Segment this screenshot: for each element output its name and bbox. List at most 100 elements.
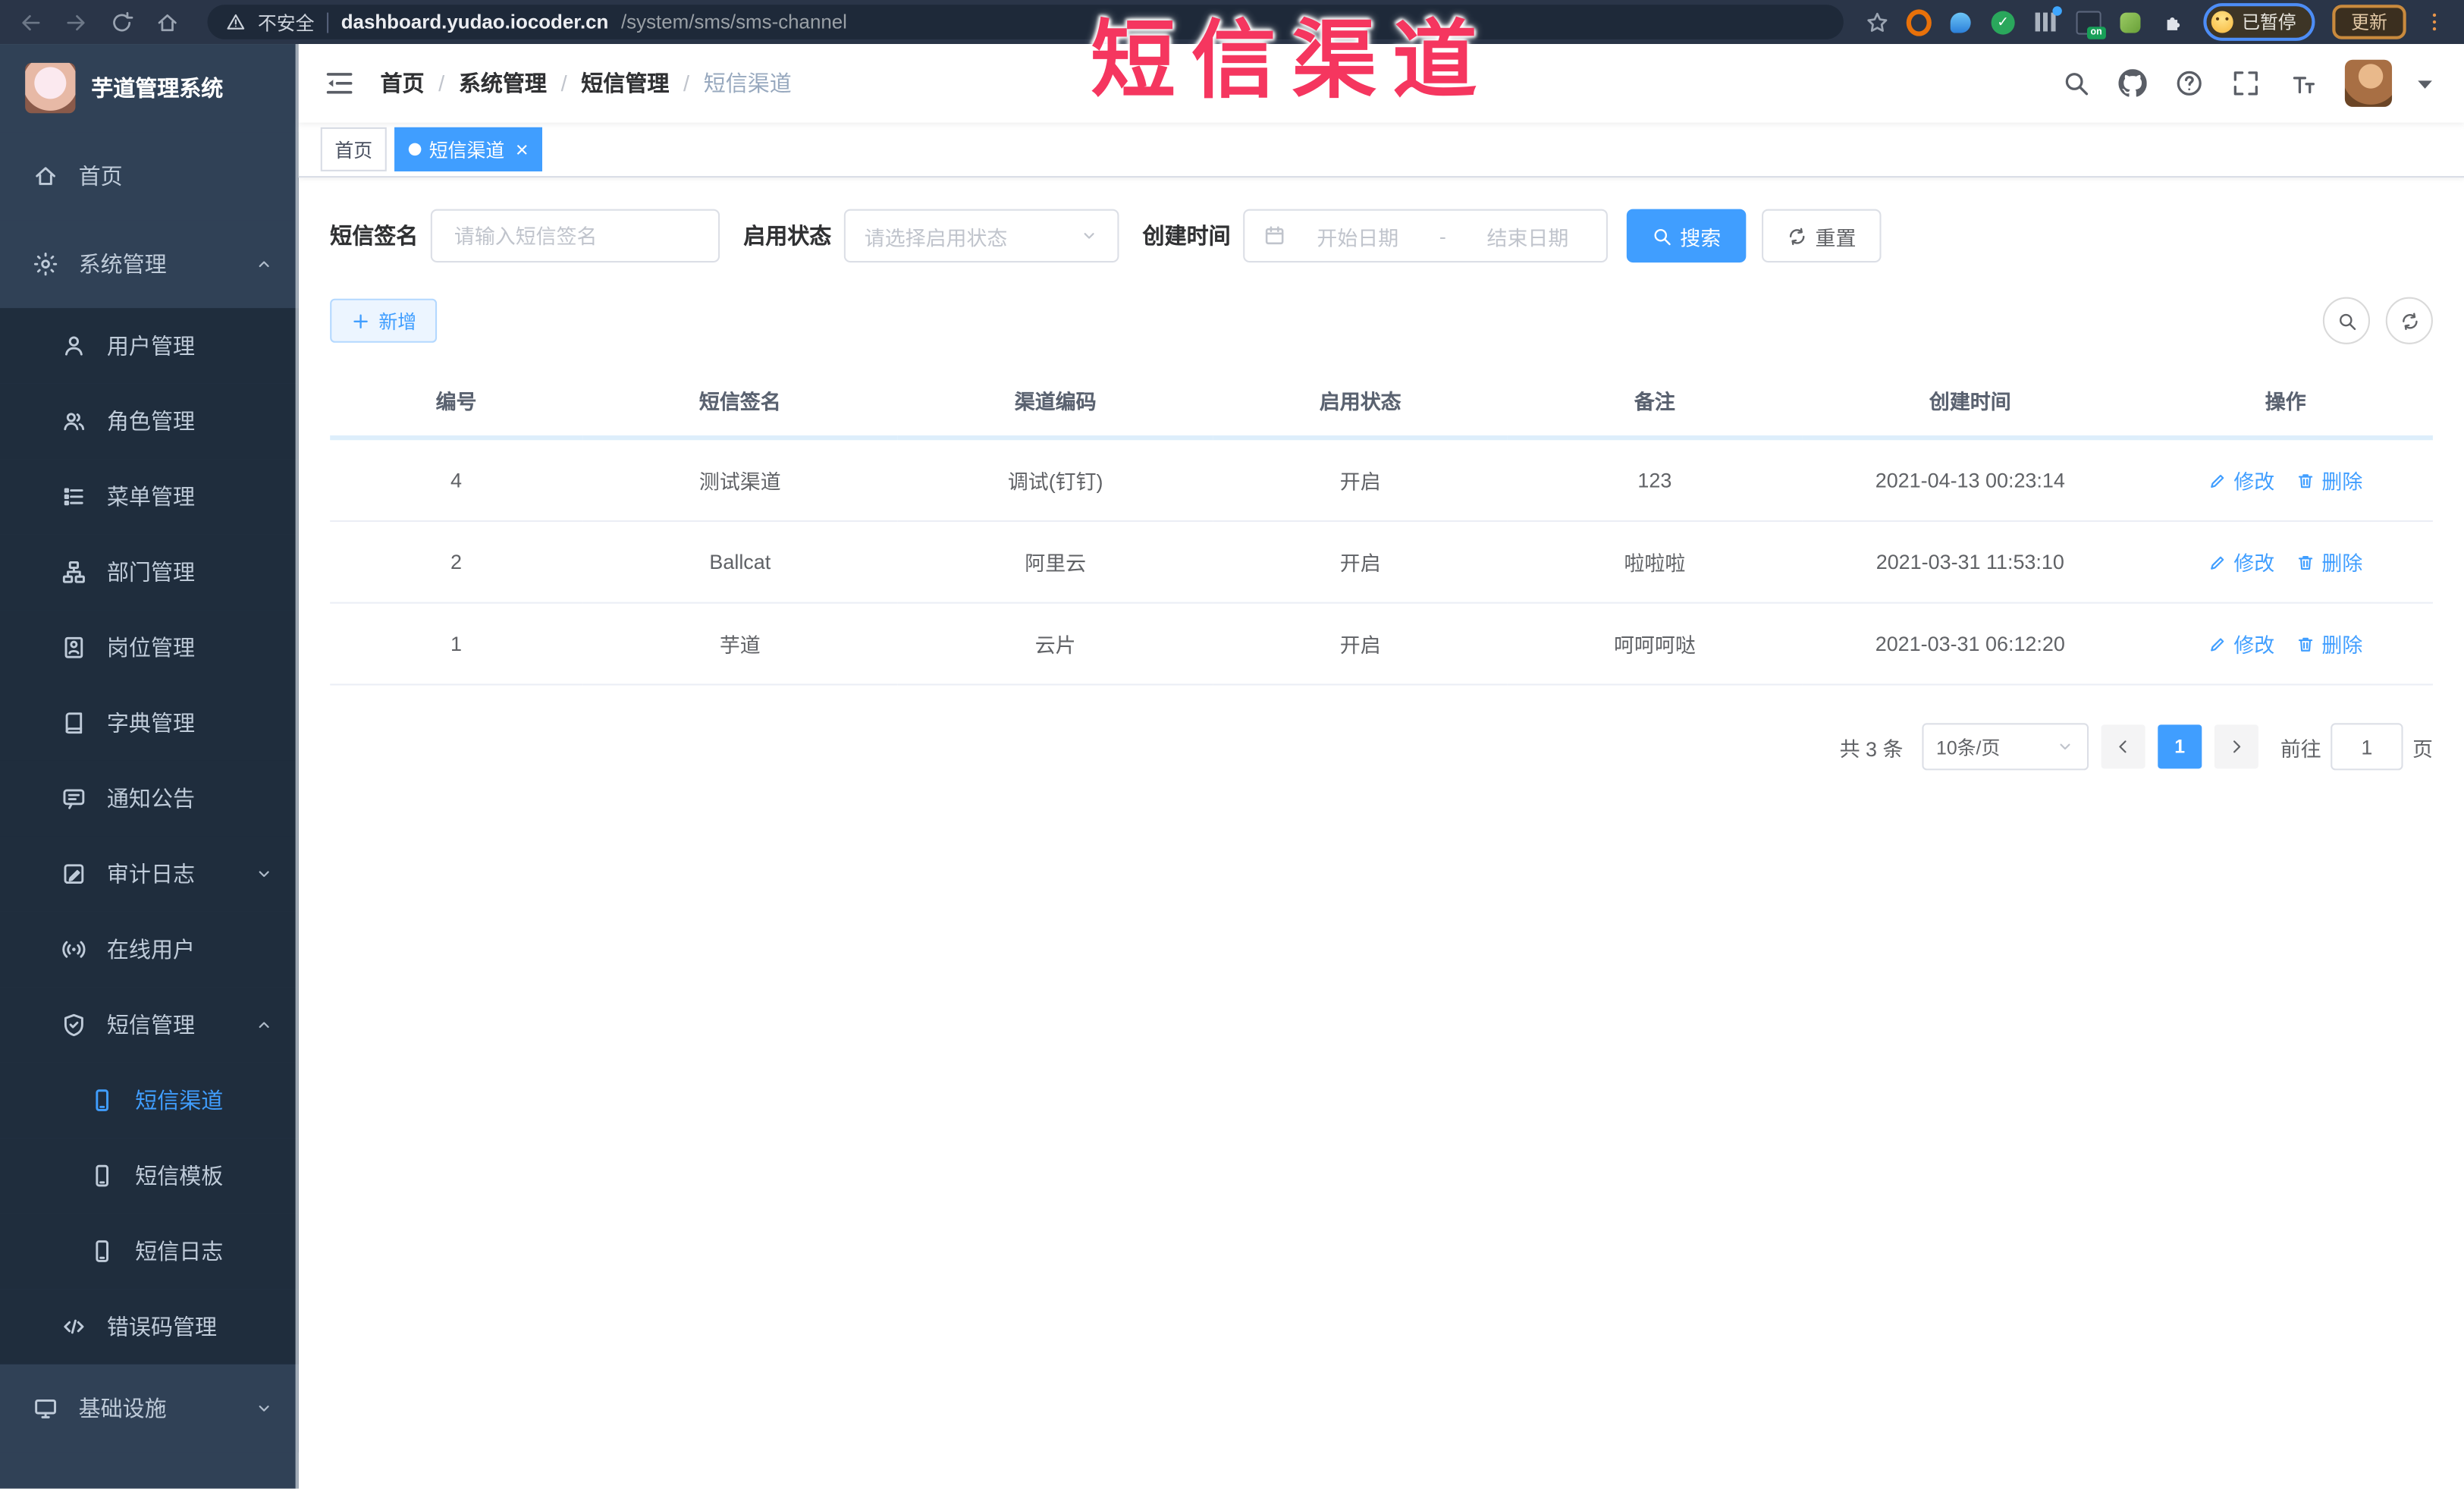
sidebar-item-user-mgmt[interactable]: 用户管理 [0, 308, 299, 384]
breadcrumb-separator: / [560, 71, 567, 96]
font-size-icon[interactable] [2288, 69, 2316, 97]
sidebar-item-label: 短信模板 [135, 1163, 224, 1189]
sidebar-item-label: 角色管理 [106, 408, 195, 434]
sidebar-scrollbar[interactable] [295, 44, 299, 1489]
sidebar-logo-row[interactable]: 芋道管理系统 [0, 44, 299, 132]
cell-sign: 芋道 [582, 602, 898, 686]
browser-menu-icon[interactable] [2423, 11, 2445, 33]
toggle-search-button[interactable] [2322, 297, 2371, 344]
reset-button[interactable]: 重置 [1762, 209, 1882, 263]
search-form: 短信签名 启用状态 请选择启用状态 创建时间 [330, 209, 2433, 263]
breadcrumb-separator: / [438, 71, 445, 96]
add-button[interactable]: 新增 [330, 298, 438, 343]
delete-icon [2296, 471, 2315, 490]
sidebar-item-audit-log[interactable]: 审计日志 [0, 836, 299, 912]
sidebar-item-dept-mgmt[interactable]: 部门管理 [0, 534, 299, 611]
sidebar-item-system[interactable]: 系统管理 [0, 220, 299, 309]
dictionary-icon [60, 711, 88, 736]
sidebar-fold-icon[interactable] [324, 68, 355, 99]
column-header: 备注 [1507, 366, 1802, 441]
close-icon[interactable]: × [513, 138, 529, 160]
sidebar-item-post-mgmt[interactable]: 岗位管理 [0, 610, 299, 686]
avatar-caret-icon[interactable] [2411, 69, 2439, 97]
toolbar-right [2322, 297, 2433, 344]
cell-actions: 修改 删除 [2138, 438, 2433, 523]
goto-page-input[interactable] [2331, 723, 2403, 771]
goto-label: 前往 [2280, 736, 2321, 760]
pagination-total: 共 3 条 [1839, 736, 1904, 760]
extension-icon[interactable] [1905, 8, 1931, 36]
page-size-select[interactable]: 10条/页 [1922, 723, 2089, 771]
fullscreen-icon[interactable] [2232, 69, 2260, 97]
bookmark-star-icon[interactable] [1865, 10, 1888, 33]
time-label: 创建时间 [1142, 223, 1231, 249]
sidebar-item-label: 字典管理 [106, 710, 195, 736]
reload-icon[interactable] [110, 10, 133, 33]
app-frame: 芋道管理系统 首页 系统管理 用户管理 角色管理 菜单管理 部门管理 岗位管理 字典管理 通知公… [0, 44, 2464, 1489]
log-icon [60, 862, 88, 887]
sidebar-item-menu-mgmt[interactable]: 菜单管理 [0, 459, 299, 535]
navbar: 首页 / 系统管理 / 短信管理 / 短信渠道 [298, 44, 2464, 123]
tab-home[interactable]: 首页 [320, 127, 387, 171]
sidebar-item-sms-template[interactable]: 短信模板 [0, 1138, 299, 1214]
delete-link[interactable]: 删除 [2296, 629, 2362, 658]
forward-icon[interactable] [64, 10, 88, 33]
extensions-puzzle-icon[interactable] [2160, 9, 2185, 34]
search-button[interactable]: 搜索 [1626, 209, 1747, 263]
browser-home-icon[interactable] [155, 10, 179, 33]
breadcrumb-item[interactable]: 系统管理 [459, 68, 547, 99]
column-header: 编号 [330, 366, 582, 441]
paused-extension-badge[interactable]: 已暂停 [2202, 3, 2315, 41]
avatar[interactable] [2344, 59, 2393, 107]
search-icon[interactable] [2062, 69, 2090, 97]
screenshot-root: 不安全 dashboard.yudao.iocoder.cn/system/sm… [0, 0, 2464, 1489]
next-page-button[interactable] [2214, 724, 2258, 769]
page-number-1[interactable]: 1 [2158, 724, 2202, 769]
back-icon[interactable] [19, 10, 42, 33]
extension-icon[interactable]: ✓ [1991, 9, 2016, 34]
edit-link[interactable]: 修改 [2208, 629, 2274, 658]
address-bar[interactable]: 不安全 dashboard.yudao.iocoder.cn/system/sm… [207, 5, 1843, 39]
date-range-picker[interactable]: 开始日期 - 结束日期 [1243, 209, 1608, 263]
table-body: 4 测试渠道 调试(钉钉) 开启 123 2021-04-13 00:23:14 修改 删除 2… [330, 438, 2433, 686]
phone-icon [88, 1088, 116, 1113]
start-date-placeholder: 开始日期 [1317, 225, 1399, 250]
edit-link[interactable]: 修改 [2208, 547, 2274, 576]
breadcrumb-item[interactable]: 短信管理 [581, 68, 669, 99]
sidebar-item-sms-channel[interactable]: 短信渠道 [0, 1062, 299, 1139]
sidebar-item-error-code[interactable]: 错误码管理 [0, 1289, 299, 1365]
delete-link-label: 删除 [2321, 470, 2363, 494]
tab-sms-channel[interactable]: 短信渠道 × [394, 127, 543, 171]
extension-icon[interactable] [1948, 9, 1973, 34]
sidebar: 芋道管理系统 首页 系统管理 用户管理角色管理菜单管理 部门管理 岗位管理字典管理通知公… [0, 44, 299, 1489]
sidebar-item-role-mgmt[interactable]: 角色管理 [0, 383, 299, 460]
table-row: 2 Ballcat 阿里云 开启 啦啦啦 2021-03-31 11:53:10 修改 删除 [330, 520, 2433, 604]
prev-page-button[interactable] [2101, 724, 2145, 769]
sidebar-item-sms-log[interactable]: 短信日志 [0, 1213, 299, 1290]
sidebar-item-home[interactable]: 首页 [0, 132, 299, 221]
sign-input[interactable] [430, 209, 720, 263]
extension-icon[interactable] [2033, 6, 2061, 34]
delete-link[interactable]: 删除 [2296, 547, 2362, 576]
sidebar-item-dict-mgmt[interactable]: 字典管理 [0, 685, 299, 761]
chevron-left-icon [2114, 737, 2133, 756]
code-icon [60, 1314, 88, 1339]
sidebar-item-sms-mgmt[interactable]: 短信管理 [0, 987, 299, 1063]
extension-icon[interactable] [2117, 9, 2142, 34]
page-content: 短信签名 启用状态 请选择启用状态 创建时间 [299, 177, 2464, 1488]
status-select[interactable]: 请选择启用状态 [843, 209, 1119, 263]
extension-icon[interactable]: on [2075, 9, 2105, 39]
edit-link[interactable]: 修改 [2208, 465, 2274, 495]
refresh-table-button[interactable] [2385, 297, 2433, 344]
sidebar-item-notice[interactable]: 通知公告 [0, 760, 299, 837]
breadcrumb-item[interactable]: 首页 [380, 68, 424, 99]
sidebar-item-infra[interactable]: 基础设施 [0, 1364, 299, 1453]
github-icon[interactable] [2118, 69, 2147, 97]
delete-link[interactable]: 删除 [2296, 465, 2362, 495]
sidebar-item-online-user[interactable]: 在线用户 [0, 911, 299, 988]
emoji-face-icon [2210, 11, 2233, 33]
refresh-icon [1787, 225, 1807, 246]
search-button-label: 搜索 [1680, 225, 1722, 250]
help-icon[interactable] [2175, 69, 2203, 97]
update-button[interactable]: 更新 [2332, 5, 2406, 39]
